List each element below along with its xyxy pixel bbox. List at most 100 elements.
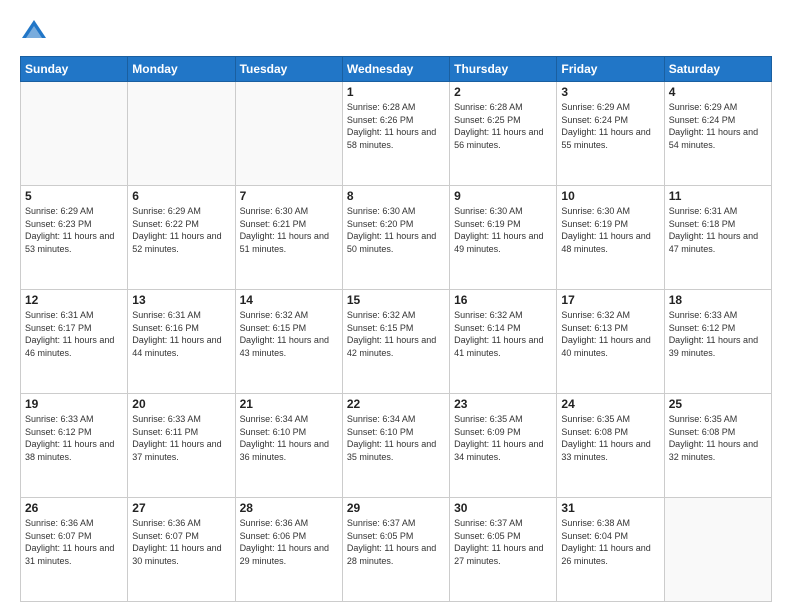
day-info: Sunrise: 6:30 AMSunset: 6:19 PMDaylight:… bbox=[561, 205, 659, 255]
day-info: Sunrise: 6:38 AMSunset: 6:04 PMDaylight:… bbox=[561, 517, 659, 567]
day-cell: 22 Sunrise: 6:34 AMSunset: 6:10 PMDayligh… bbox=[342, 394, 449, 498]
day-info: Sunrise: 6:30 AMSunset: 6:21 PMDaylight:… bbox=[240, 205, 338, 255]
day-number: 18 bbox=[669, 293, 767, 307]
week-row-2: 12 Sunrise: 6:31 AMSunset: 6:17 PMDayligh… bbox=[21, 290, 772, 394]
day-number: 4 bbox=[669, 85, 767, 99]
day-cell: 8 Sunrise: 6:30 AMSunset: 6:20 PMDaylight… bbox=[342, 186, 449, 290]
day-info: Sunrise: 6:34 AMSunset: 6:10 PMDaylight:… bbox=[240, 413, 338, 463]
day-cell: 11Sunrise: 6:31 AMSunset: 6:18 PMDayligh… bbox=[664, 186, 771, 290]
day-cell: 13Sunrise: 6:31 AMSunset: 6:16 PMDayligh… bbox=[128, 290, 235, 394]
day-info: Sunrise: 6:36 AMSunset: 6:06 PMDaylight:… bbox=[240, 517, 338, 567]
day-number: 31 bbox=[561, 501, 659, 515]
day-info: Sunrise: 6:37 AMSunset: 6:05 PMDaylight:… bbox=[454, 517, 552, 567]
day-number: 1 bbox=[347, 85, 445, 99]
day-number: 20 bbox=[132, 397, 230, 411]
day-cell: 14 Sunrise: 6:32 AMSunset: 6:15 PMDayligh… bbox=[235, 290, 342, 394]
day-info: Sunrise: 6:29 AMSunset: 6:24 PMDaylight:… bbox=[561, 101, 659, 151]
day-number: 9 bbox=[454, 189, 552, 203]
day-cell: 26Sunrise: 6:36 AMSunset: 6:07 PMDayligh… bbox=[21, 498, 128, 602]
logo-icon bbox=[20, 18, 48, 46]
day-info: Sunrise: 6:37 AMSunset: 6:05 PMDaylight:… bbox=[347, 517, 445, 567]
day-cell: 10 Sunrise: 6:30 AMSunset: 6:19 PMDayligh… bbox=[557, 186, 664, 290]
day-info: Sunrise: 6:32 AMSunset: 6:15 PMDaylight:… bbox=[347, 309, 445, 359]
day-cell bbox=[128, 82, 235, 186]
day-number: 22 bbox=[347, 397, 445, 411]
day-info: Sunrise: 6:33 AMSunset: 6:11 PMDaylight:… bbox=[132, 413, 230, 463]
day-number: 5 bbox=[25, 189, 123, 203]
day-number: 12 bbox=[25, 293, 123, 307]
day-cell: 28Sunrise: 6:36 AMSunset: 6:06 PMDayligh… bbox=[235, 498, 342, 602]
weekday-header-wednesday: Wednesday bbox=[342, 57, 449, 82]
weekday-header-saturday: Saturday bbox=[664, 57, 771, 82]
day-cell: 9 Sunrise: 6:30 AMSunset: 6:19 PMDaylight… bbox=[450, 186, 557, 290]
weekday-header-sunday: Sunday bbox=[21, 57, 128, 82]
day-cell: 12 Sunrise: 6:31 AMSunset: 6:17 PMDayligh… bbox=[21, 290, 128, 394]
calendar: SundayMondayTuesdayWednesdayThursdayFrid… bbox=[20, 56, 772, 602]
logo bbox=[20, 18, 52, 46]
day-number: 8 bbox=[347, 189, 445, 203]
day-number: 10 bbox=[561, 189, 659, 203]
day-cell: 5 Sunrise: 6:29 AMSunset: 6:23 PMDaylight… bbox=[21, 186, 128, 290]
day-number: 21 bbox=[240, 397, 338, 411]
day-cell: 25 Sunrise: 6:35 AMSunset: 6:08 PMDayligh… bbox=[664, 394, 771, 498]
day-number: 23 bbox=[454, 397, 552, 411]
day-cell: 2 Sunrise: 6:28 AMSunset: 6:25 PMDaylight… bbox=[450, 82, 557, 186]
day-number: 7 bbox=[240, 189, 338, 203]
day-cell: 1 Sunrise: 6:28 AMSunset: 6:26 PMDaylight… bbox=[342, 82, 449, 186]
day-number: 3 bbox=[561, 85, 659, 99]
day-info: Sunrise: 6:30 AMSunset: 6:20 PMDaylight:… bbox=[347, 205, 445, 255]
day-cell: 4Sunrise: 6:29 AMSunset: 6:24 PMDaylight… bbox=[664, 82, 771, 186]
day-cell: 29Sunrise: 6:37 AMSunset: 6:05 PMDayligh… bbox=[342, 498, 449, 602]
day-info: Sunrise: 6:35 AMSunset: 6:08 PMDaylight:… bbox=[669, 413, 767, 463]
header bbox=[20, 18, 772, 46]
day-info: Sunrise: 6:36 AMSunset: 6:07 PMDaylight:… bbox=[132, 517, 230, 567]
day-info: Sunrise: 6:35 AMSunset: 6:08 PMDaylight:… bbox=[561, 413, 659, 463]
day-number: 15 bbox=[347, 293, 445, 307]
day-cell: 16 Sunrise: 6:32 AMSunset: 6:14 PMDayligh… bbox=[450, 290, 557, 394]
day-cell bbox=[664, 498, 771, 602]
day-cell: 20 Sunrise: 6:33 AMSunset: 6:11 PMDayligh… bbox=[128, 394, 235, 498]
weekday-header-thursday: Thursday bbox=[450, 57, 557, 82]
day-number: 6 bbox=[132, 189, 230, 203]
day-info: Sunrise: 6:35 AMSunset: 6:09 PMDaylight:… bbox=[454, 413, 552, 463]
weekday-header-row: SundayMondayTuesdayWednesdayThursdayFrid… bbox=[21, 57, 772, 82]
week-row-4: 26 Sunrise: 6:36 AMSunset: 6:07 PMDayligh… bbox=[21, 498, 772, 602]
day-cell bbox=[21, 82, 128, 186]
day-info: Sunrise: 6:33 AMSunset: 6:12 PMDaylight:… bbox=[669, 309, 767, 359]
week-row-3: 19Sunrise: 6:33 AMSunset: 6:12 PMDayligh… bbox=[21, 394, 772, 498]
day-info: Sunrise: 6:29 AMSunset: 6:23 PMDaylight:… bbox=[25, 205, 123, 255]
day-number: 14 bbox=[240, 293, 338, 307]
day-cell: 24 Sunrise: 6:35 AMSunset: 6:08 PMDayligh… bbox=[557, 394, 664, 498]
day-number: 25 bbox=[669, 397, 767, 411]
day-cell: 18 Sunrise: 6:33 AMSunset: 6:12 PMDayligh… bbox=[664, 290, 771, 394]
day-info: Sunrise: 6:32 AMSunset: 6:15 PMDaylight:… bbox=[240, 309, 338, 359]
day-info: Sunrise: 6:28 AMSunset: 6:25 PMDaylight:… bbox=[454, 101, 552, 151]
week-row-0: 1 Sunrise: 6:28 AMSunset: 6:26 PMDaylight… bbox=[21, 82, 772, 186]
day-info: Sunrise: 6:30 AMSunset: 6:19 PMDaylight:… bbox=[454, 205, 552, 255]
day-number: 19 bbox=[25, 397, 123, 411]
day-info: Sunrise: 6:34 AMSunset: 6:10 PMDaylight:… bbox=[347, 413, 445, 463]
weekday-header-friday: Friday bbox=[557, 57, 664, 82]
day-info: Sunrise: 6:32 AMSunset: 6:13 PMDaylight:… bbox=[561, 309, 659, 359]
day-cell bbox=[235, 82, 342, 186]
day-number: 26 bbox=[25, 501, 123, 515]
day-info: Sunrise: 6:32 AMSunset: 6:14 PMDaylight:… bbox=[454, 309, 552, 359]
day-number: 13 bbox=[132, 293, 230, 307]
day-number: 24 bbox=[561, 397, 659, 411]
weekday-header-tuesday: Tuesday bbox=[235, 57, 342, 82]
day-number: 11 bbox=[669, 189, 767, 203]
week-row-1: 5 Sunrise: 6:29 AMSunset: 6:23 PMDaylight… bbox=[21, 186, 772, 290]
day-number: 2 bbox=[454, 85, 552, 99]
day-cell: 15 Sunrise: 6:32 AMSunset: 6:15 PMDayligh… bbox=[342, 290, 449, 394]
day-info: Sunrise: 6:28 AMSunset: 6:26 PMDaylight:… bbox=[347, 101, 445, 151]
day-cell: 30 Sunrise: 6:37 AMSunset: 6:05 PMDayligh… bbox=[450, 498, 557, 602]
day-cell: 17Sunrise: 6:32 AMSunset: 6:13 PMDayligh… bbox=[557, 290, 664, 394]
weekday-header-monday: Monday bbox=[128, 57, 235, 82]
day-cell: 3 Sunrise: 6:29 AMSunset: 6:24 PMDaylight… bbox=[557, 82, 664, 186]
day-number: 30 bbox=[454, 501, 552, 515]
day-cell: 7 Sunrise: 6:30 AMSunset: 6:21 PMDaylight… bbox=[235, 186, 342, 290]
day-number: 27 bbox=[132, 501, 230, 515]
day-info: Sunrise: 6:31 AMSunset: 6:17 PMDaylight:… bbox=[25, 309, 123, 359]
day-number: 16 bbox=[454, 293, 552, 307]
day-info: Sunrise: 6:29 AMSunset: 6:22 PMDaylight:… bbox=[132, 205, 230, 255]
